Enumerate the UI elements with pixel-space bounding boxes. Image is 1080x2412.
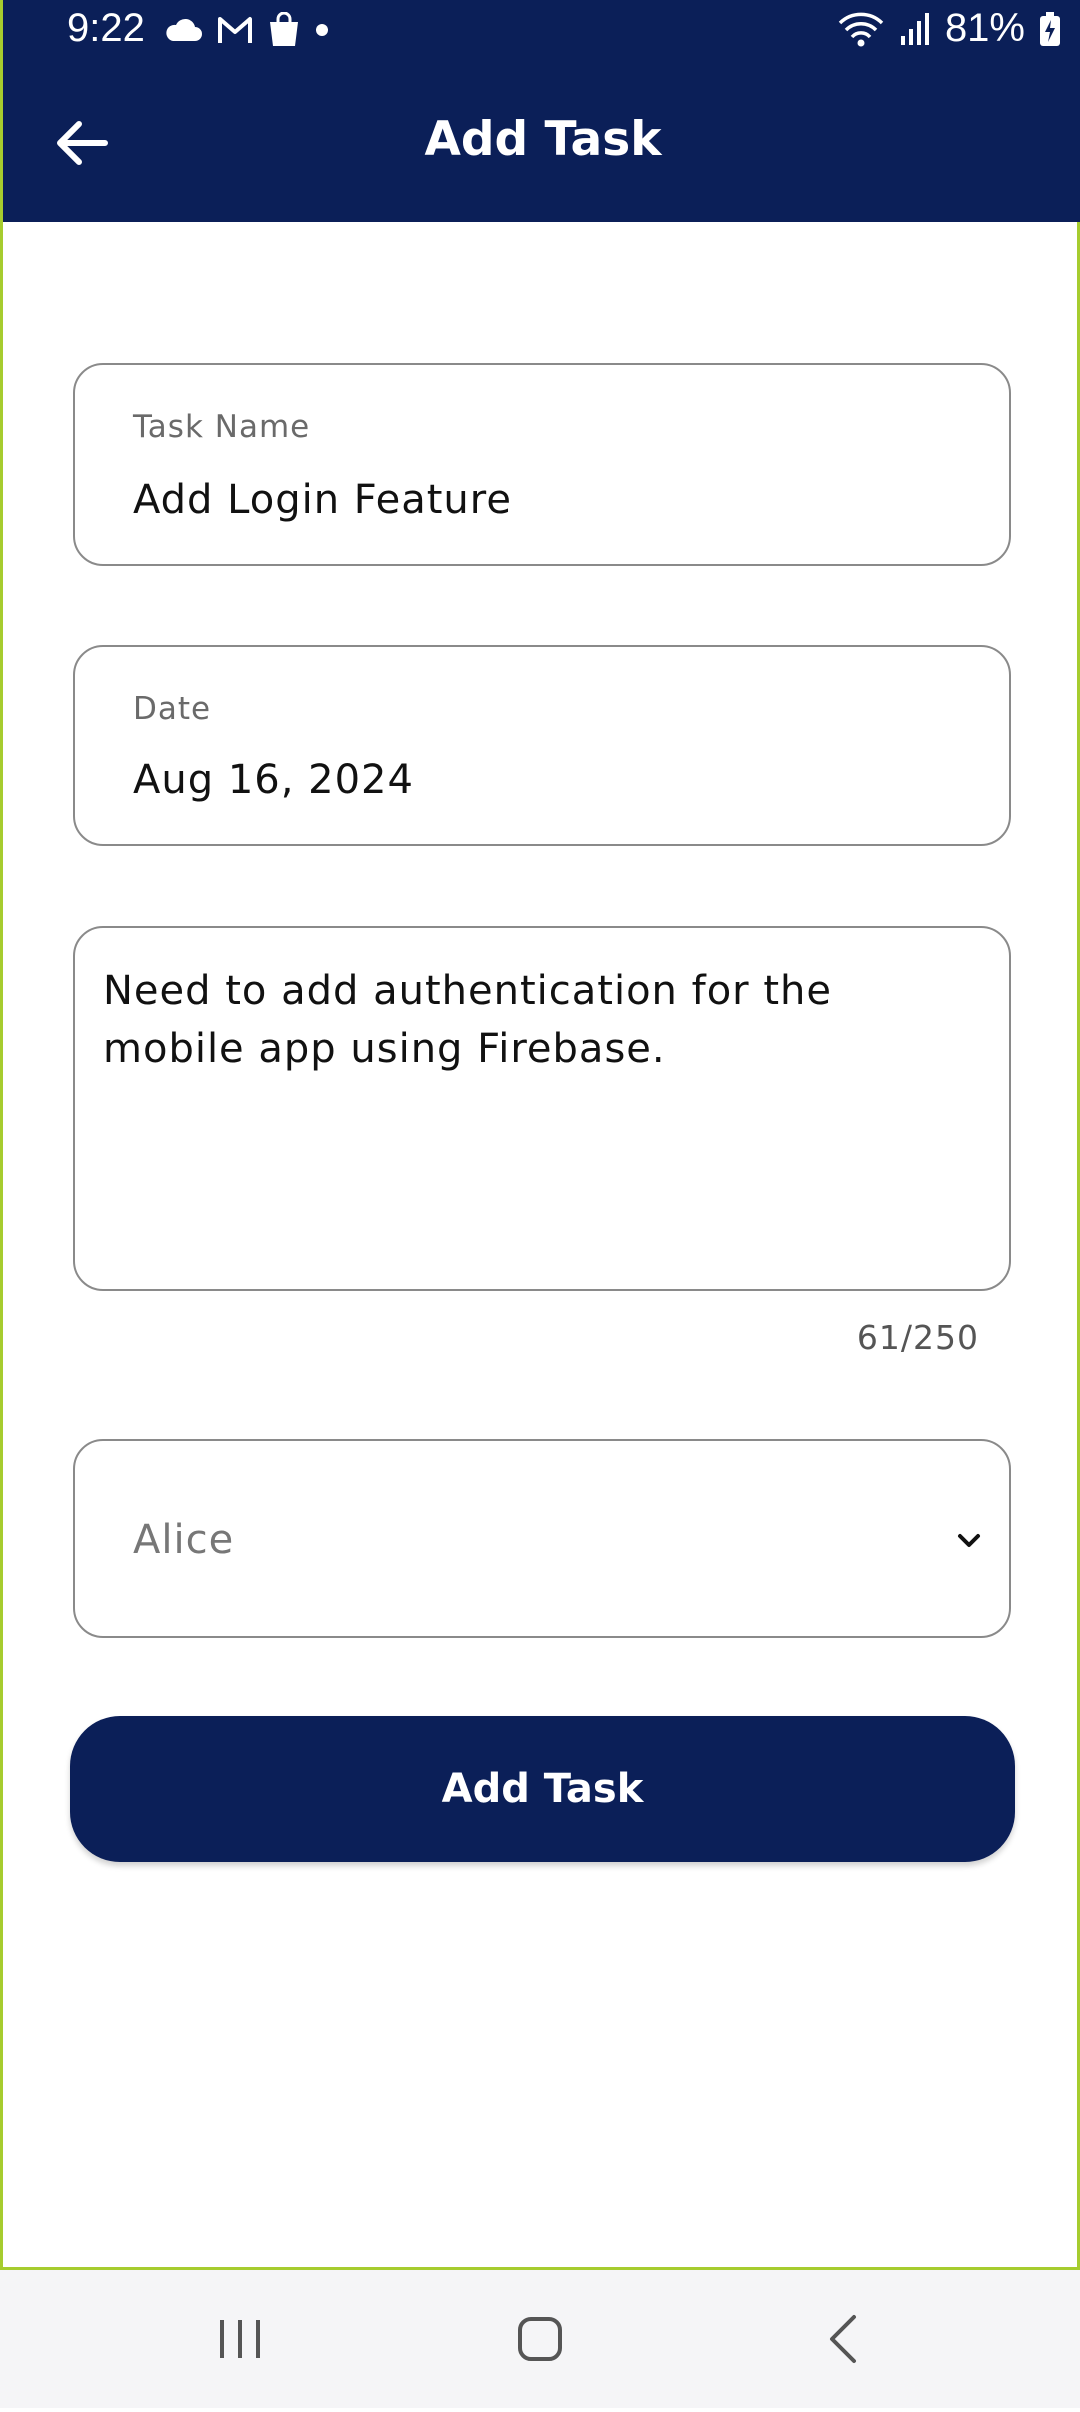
status-left-icons (163, 12, 329, 48)
recent-apps-icon (220, 2320, 260, 2358)
system-nav-bar (0, 2270, 1080, 2408)
recent-apps-button[interactable] (140, 2270, 340, 2408)
back-icon (830, 2315, 856, 2363)
app-bar: 9:22 81% Add Task (3, 0, 1080, 222)
status-right: 81% (837, 6, 1061, 51)
character-counter: 61/250 (856, 1318, 979, 1357)
date-field[interactable]: Date Aug 16, 2024 (73, 645, 1011, 846)
app-screen: 9:22 81% Add Task Task Name Add Login Fe… (0, 0, 1080, 2270)
date-label: Date (133, 691, 212, 727)
battery-charging-icon (1040, 11, 1060, 46)
add-task-button[interactable]: Add Task (70, 1716, 1015, 1862)
task-name-field[interactable]: Task Name Add Login Feature (73, 363, 1011, 566)
wifi-icon (838, 12, 884, 46)
date-value: Aug 16, 2024 (133, 757, 414, 803)
signal-icon (900, 12, 929, 45)
description-textarea[interactable]: Need to add authentication for the mobil… (73, 926, 1011, 1291)
chevron-down-icon (958, 1534, 980, 1547)
battery-percent: 81% (944, 6, 1025, 50)
task-name-label: Task Name (133, 409, 311, 445)
description-value: Need to add authentication for the mobil… (103, 968, 832, 1072)
shopping-bag-icon (270, 12, 298, 46)
assignee-selected-value: Alice (133, 1517, 235, 1563)
gmail-icon (218, 17, 252, 43)
home-button[interactable] (440, 2270, 640, 2408)
dot-icon (316, 24, 328, 36)
page-title: Add Task (424, 112, 662, 167)
system-back-button[interactable] (744, 2270, 944, 2408)
status-bar: 9:22 81% (3, 0, 1080, 64)
task-name-value: Add Login Feature (133, 477, 512, 523)
home-icon (518, 2317, 562, 2361)
status-time: 9:22 (67, 6, 145, 50)
assignee-select[interactable]: Alice (73, 1439, 1011, 1638)
cloud-icon (166, 18, 202, 41)
